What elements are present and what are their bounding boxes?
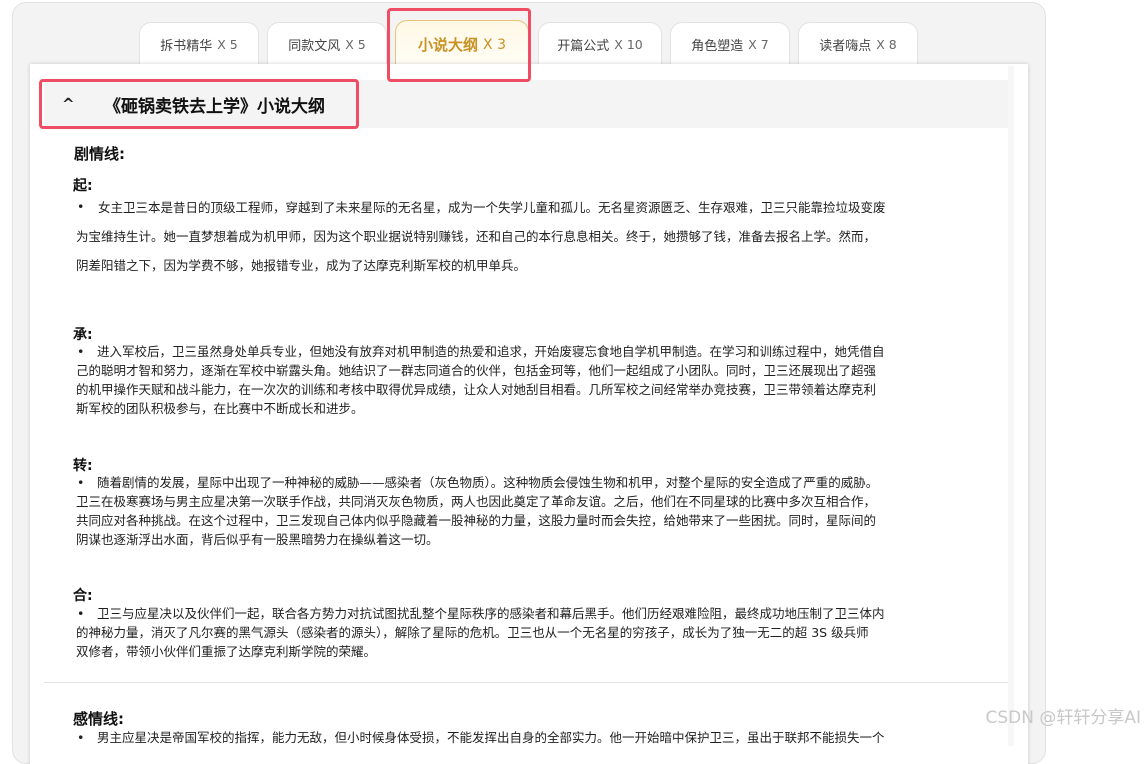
stage-zhuan-line-4: 阴谋也逐渐浮出水面，背后似乎有一股黑暗势力在操纵着这一切。 (76, 532, 439, 547)
tab-count: X 8 (876, 37, 897, 52)
tab-count: X 5 (345, 37, 366, 52)
tab-opening-formula[interactable]: 开篇公式 X 10 (538, 22, 662, 66)
tab-character-building[interactable]: 角色塑造 X 7 (670, 22, 790, 66)
tab-novel-outline[interactable]: 小说大纲 X 3 (395, 20, 529, 68)
category-tab-bar: 拆书精华 X 5 同款文风 X 5 小说大纲 X 3 开篇公式 X 10 角色塑造 X 7… (0, 20, 1145, 68)
csdn-watermark: CSDN @轩轩分享AI (985, 708, 1141, 728)
outline-collapse-header[interactable]: ^ 《砸锅卖铁去上学》小说大纲 (44, 80, 1008, 128)
stage-he-line-2: 的神秘力量，消灭了凡尔赛的黑气源头（感染者的源头），解除了星际的危机。卫三也从一… (76, 625, 869, 640)
tab-count: X 7 (748, 37, 769, 52)
stage-cheng-line-1: 进入军校后，卫三虽然身处单兵专业，但她没有放弃对机甲制造的热爱和追求，开始废寝忘… (97, 344, 885, 359)
stage-he-line-3: 双修者，带领小伙伴们重振了达摩克利斯学院的荣耀。 (76, 644, 377, 659)
tab-label: 读者嗨点 (819, 39, 872, 54)
plot-line-heading: 剧情线: (74, 145, 125, 163)
bullet-dot: • (77, 344, 85, 359)
stage-zhuan-line-3: 共同应对各种挑战。在这个过程中，卫三发现自己体内似乎隐藏着一股神秘的力量，这股力… (76, 513, 877, 528)
emotion-line-heading: 感情线: (73, 710, 124, 728)
tab-count: X 5 (217, 37, 238, 52)
tab-book-essence[interactable]: 拆书精华 X 5 (139, 22, 259, 66)
tab-label: 开篇公式 (557, 39, 610, 54)
stage-cheng-line-3: 的机甲操作天赋和战斗能力，在一次次的训练和考核中取得优异成绩，让众人对她刮目相看… (76, 382, 877, 397)
tab-similar-style[interactable]: 同款文风 X 5 (267, 22, 387, 66)
tab-label: 小说大纲 (418, 36, 479, 54)
stage-he-line-1: 卫三与应星决以及伙伴们一起，联合各方势力对抗试图扰乱整个星际秩序的感染者和幕后黑… (97, 606, 885, 621)
section-divider (44, 682, 1008, 683)
stage-cheng-line-2: 己的聪明才智和努力，逐渐在军校中崭露头角。她结识了一群志同道合的伙伴，包括金珂等… (76, 363, 877, 378)
stage-zhuan-line-2: 卫三在极寒赛场与男主应星决第一次联手作战，共同消灭灰色物质，两人也因此奠定了革命… (76, 494, 877, 509)
bullet-dot: • (77, 199, 85, 214)
stage-label-zhuan: 转: (73, 458, 93, 474)
tab-count: X 3 (483, 36, 506, 53)
tab-label: 角色塑造 (691, 39, 744, 54)
outline-title: 《砸锅卖铁去上学》小说大纲 (104, 96, 325, 117)
emotion-line-1: 男主应星决是帝国军校的指挥，能力无敌，但小时候身体受损，不能发挥出自身的全部实力… (97, 730, 885, 745)
tab-count: X 10 (614, 37, 643, 52)
stage-zhuan-line-1: 随着剧情的发展，星际中出现了一种神秘的威胁——感染者（灰色物质）。这种物质会侵蚀… (97, 475, 879, 490)
content-scrollbar[interactable] (1008, 66, 1014, 746)
tab-label: 拆书精华 (160, 39, 213, 54)
stage-label-qi: 起: (73, 178, 93, 194)
tab-reader-hooks[interactable]: 读者嗨点 X 8 (798, 22, 918, 66)
stage-label-he: 合: (73, 588, 93, 604)
stage-qi-line-2: 为宝维持生计。她一直梦想着成为机甲师，因为这个职业据说特别赚钱，还和自己的本行息… (76, 229, 877, 244)
bullet-dot: • (77, 730, 85, 745)
stage-qi-line-1: 女主卫三本是昔日的顶级工程师，穿越到了未来星际的无名星，成为一个失学儿童和孤儿。… (98, 200, 886, 215)
bullet-dot: • (77, 475, 85, 490)
stage-cheng-line-4: 斯军校的团队积极参与，在比赛中不断成长和进步。 (76, 401, 364, 416)
stage-label-cheng: 承: (73, 327, 93, 343)
tab-label: 同款文风 (288, 39, 341, 54)
caret-up-icon: ^ (62, 95, 75, 113)
stage-qi-line-3: 阴差阳错之下，因为学费不够，她报错专业，成为了达摩克利斯军校的机甲单兵。 (76, 258, 527, 273)
bullet-dot: • (77, 606, 85, 621)
